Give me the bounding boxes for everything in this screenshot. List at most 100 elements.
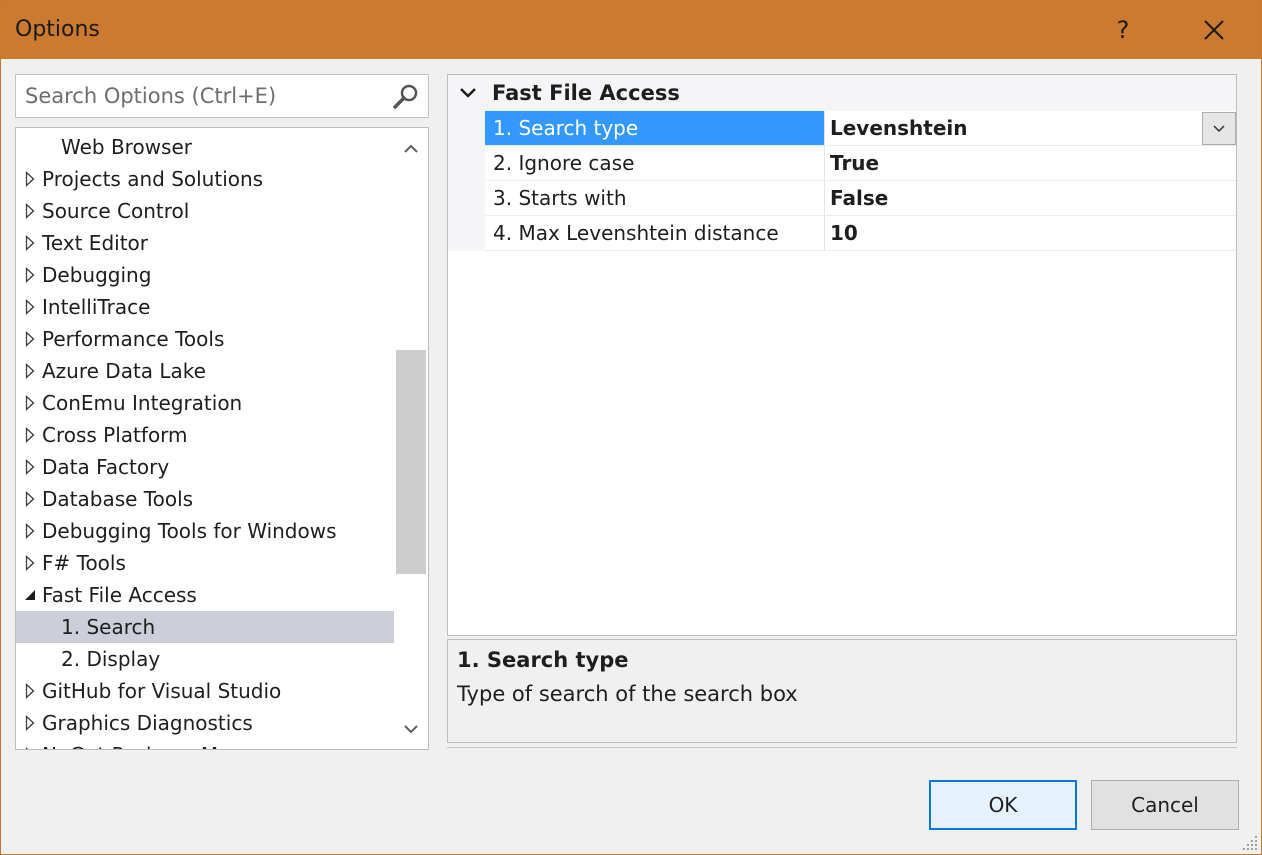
expand-arrow-icon[interactable] [22, 547, 38, 579]
tree-item[interactable]: Web Browser [16, 131, 394, 163]
chevron-down-icon [404, 725, 418, 734]
close-icon [1204, 20, 1224, 40]
property-category[interactable]: Fast File Access [448, 75, 1236, 111]
tree-item-label: 1. Search [61, 615, 156, 639]
property-row-starts-with[interactable]: 3. Starts with False [485, 181, 1236, 216]
category-label: Fast File Access [492, 81, 680, 105]
chevron-down-icon [1213, 124, 1225, 132]
tree-item-label: Performance Tools [42, 327, 225, 351]
chevron-up-icon [404, 144, 418, 153]
property-name: 1. Search type [485, 111, 825, 145]
cancel-button[interactable]: Cancel [1091, 780, 1239, 830]
tree-item-label: Debugging [42, 263, 152, 287]
property-row-search-type[interactable]: 1. Search type Levenshtein [485, 111, 1236, 146]
tree-item[interactable]: GitHub for Visual Studio [16, 675, 394, 707]
tree-item-label: IntelliTrace [42, 295, 151, 319]
tree-item[interactable]: Azure Data Lake [16, 355, 394, 387]
grid-gutter [448, 111, 485, 251]
tree-item-label: Cross Platform [42, 423, 188, 447]
tree-item-label: Database Tools [42, 487, 194, 511]
expand-arrow-icon[interactable] [22, 739, 38, 749]
expand-arrow-icon[interactable] [22, 515, 38, 547]
tree-item-label: Debugging Tools for Windows [42, 519, 337, 543]
tree-item[interactable]: Projects and Solutions [16, 163, 394, 195]
tree-item[interactable]: 2. Display [16, 643, 394, 675]
tree-item-label: Web Browser [61, 135, 193, 159]
property-value[interactable]: Levenshtein [830, 111, 968, 145]
tree-item[interactable]: Text Editor [16, 227, 394, 259]
tree-item[interactable]: Graphics Diagnostics [16, 707, 394, 739]
property-name: 3. Starts with [485, 181, 825, 215]
chevron-down-icon[interactable] [458, 83, 478, 103]
help-button[interactable]: ? [1103, 7, 1143, 53]
property-name: 2. Ignore case [485, 146, 825, 180]
expand-arrow-icon[interactable] [22, 291, 38, 323]
expand-arrow-icon[interactable] [22, 707, 38, 739]
property-value[interactable]: True [830, 146, 879, 180]
tree-item-label: Source Control [42, 199, 190, 223]
tree-item-label: ConEmu Integration [42, 391, 243, 415]
dropdown-button[interactable] [1202, 112, 1236, 145]
title-bar[interactable]: Options ? [1, 1, 1261, 59]
search-input[interactable] [16, 75, 386, 117]
property-row-ignore-case[interactable]: 2. Ignore case True [485, 146, 1236, 181]
tree-item-label: Text Editor [42, 231, 148, 255]
options-tree: Web Browser Projects and Solutions Source … [15, 127, 429, 750]
property-name: 4. Max Levenshtein distance [485, 216, 825, 250]
description-panel: 1. Search type Type of search of the sea… [447, 639, 1237, 743]
expand-arrow-icon[interactable] [22, 259, 38, 291]
tree-item-label: Graphics Diagnostics [42, 711, 253, 735]
scroll-up-button[interactable] [394, 134, 428, 164]
tree-item[interactable]: Debugging [16, 259, 394, 291]
divider [447, 747, 1237, 748]
tree-item-label: 2. Display [61, 647, 161, 671]
tree-item[interactable]: NuGet Package Manager [16, 739, 394, 749]
scroll-down-button[interactable] [394, 714, 428, 744]
expand-arrow-icon[interactable] [22, 419, 38, 451]
ok-button[interactable]: OK [929, 780, 1077, 830]
expand-arrow-icon[interactable] [22, 355, 38, 387]
description-title: 1. Search type [457, 648, 629, 672]
collapse-arrow-icon[interactable] [22, 579, 38, 611]
tree-item-label: Data Factory [42, 455, 170, 479]
tree-item-label: F# Tools [42, 551, 126, 575]
expand-arrow-icon[interactable] [22, 163, 38, 195]
options-dialog: Options ? Web Browser Projects and Soluti… [0, 0, 1262, 855]
expand-arrow-icon[interactable] [22, 195, 38, 227]
help-icon: ? [1116, 16, 1130, 44]
tree-item[interactable]: Data Factory [16, 451, 394, 483]
expand-arrow-icon[interactable] [22, 227, 38, 259]
tree-item[interactable]: Database Tools [16, 483, 394, 515]
search-box [15, 74, 429, 118]
tree-item-label: GitHub for Visual Studio [42, 679, 282, 703]
property-grid: Fast File Access 1. Search type Levensht… [447, 74, 1237, 636]
tree-item[interactable]: Source Control [16, 195, 394, 227]
tree-item-label: Projects and Solutions [42, 167, 264, 191]
tree-item[interactable]: Cross Platform [16, 419, 394, 451]
tree-item[interactable]: Fast File Access [16, 579, 394, 611]
tree-item[interactable]: Performance Tools [16, 323, 394, 355]
property-row-max-distance[interactable]: 4. Max Levenshtein distance 10 [485, 216, 1236, 251]
expand-arrow-icon[interactable] [22, 387, 38, 419]
search-icon[interactable] [392, 83, 420, 111]
expand-arrow-icon[interactable] [22, 451, 38, 483]
window-title: Options [15, 17, 100, 42]
property-value[interactable]: False [830, 181, 888, 215]
resize-grip-icon[interactable] [1241, 834, 1259, 852]
tree-item-label: Fast File Access [42, 583, 197, 607]
close-button[interactable] [1191, 7, 1237, 53]
tree-item[interactable]: Debugging Tools for Windows [16, 515, 394, 547]
property-value[interactable]: 10 [830, 216, 858, 250]
tree-item-label: Azure Data Lake [42, 359, 206, 383]
tree-item[interactable]: 1. Search [16, 611, 394, 643]
tree-item[interactable]: IntelliTrace [16, 291, 394, 323]
tree-scrollbar[interactable] [394, 128, 428, 749]
tree-item[interactable]: F# Tools [16, 547, 394, 579]
scroll-thumb[interactable] [396, 350, 426, 574]
tree-item[interactable]: ConEmu Integration [16, 387, 394, 419]
expand-arrow-icon[interactable] [22, 675, 38, 707]
expand-arrow-icon[interactable] [22, 323, 38, 355]
expand-arrow-icon[interactable] [22, 483, 38, 515]
tree-item-label: NuGet Package Manager [42, 739, 289, 749]
description-text: Type of search of the search box [457, 682, 798, 706]
